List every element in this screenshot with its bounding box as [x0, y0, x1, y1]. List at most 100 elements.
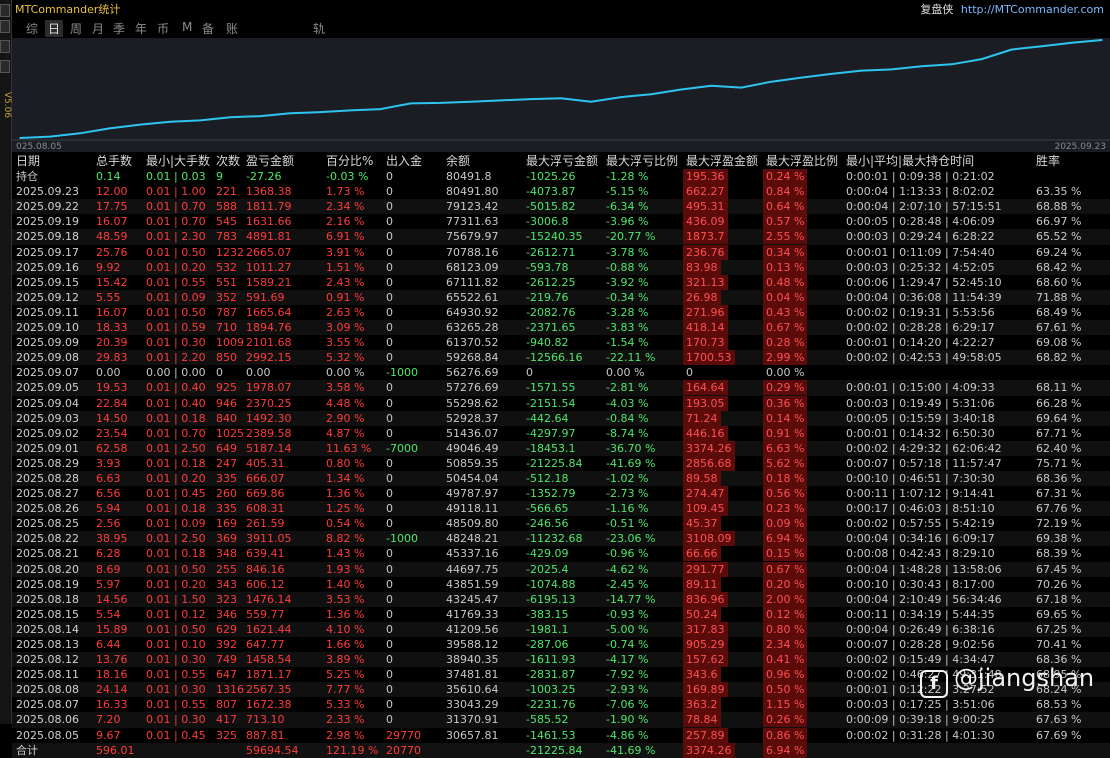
table-row[interactable]: 2025.09.03 14.50 0.01 | 0.18 840 1492.30 2.90…: [12, 410, 1110, 426]
cell-max_float_loss: -18453.1: [526, 441, 576, 455]
cell-max_float_profit_pct: 0.50 %: [763, 682, 808, 698]
cell-max_float_profit: 195.36: [683, 169, 728, 185]
cell-max_float_profit_pct: 0.04 %: [763, 289, 808, 305]
table-row[interactable]: 2025.08.25 2.56 0.01 | 0.09 169 261.59 0.54 %…: [12, 516, 1110, 532]
table-row[interactable]: 2025.09.10 18.33 0.01 | 0.59 710 1894.76 3.09…: [12, 320, 1110, 336]
table-row[interactable]: 2025.09.19 16.07 0.01 | 0.70 545 1631.66 2.16…: [12, 214, 1110, 230]
table-row[interactable]: 2025.09.09 20.39 0.01 | 0.30 1009 2101.68 3.5…: [12, 335, 1110, 351]
table-row[interactable]: 2025.09.23 12.00 0.01 | 1.00 221 1368.38 1.73…: [12, 184, 1110, 200]
cell-flow: -7000: [386, 441, 418, 455]
table-row[interactable]: 2025.08.18 14.56 0.01 | 1.50 323 1476.14 3.53…: [12, 591, 1110, 607]
cell-balance: 43851.59: [446, 577, 499, 591]
tab-2[interactable]: 周: [70, 20, 82, 37]
toolbar-button-1[interactable]: [0, 4, 10, 17]
cell-balance: 63265.28: [446, 321, 499, 335]
cell-hold_time: 0:00:03 | 0:25:32 | 4:52:05: [846, 260, 995, 274]
tab-4[interactable]: 季: [113, 20, 125, 37]
cell-max_float_profit: 89.11: [683, 576, 721, 592]
table-row[interactable]: 2025.08.05 9.67 0.01 | 0.45 325 887.81 2.98 %…: [12, 727, 1110, 743]
cell-balance: 50454.04: [446, 471, 499, 485]
cell-date: 2025.09.03: [16, 411, 79, 425]
cell-pnl: 666.07: [246, 471, 285, 485]
table-row[interactable]: 2025.08.21 6.28 0.01 | 0.18 348 639.41 1.43 %…: [12, 546, 1110, 562]
cell-pnl: 2370.25: [246, 396, 292, 410]
cell-win_rate: 62.40 %: [1036, 441, 1082, 455]
cell-max_float_loss: -4073.87: [526, 185, 576, 199]
table-row[interactable]: 2025.09.11 16.07 0.01 | 0.50 787 1665.64 2.63…: [12, 304, 1110, 320]
table-row[interactable]: 2025.08.27 6.56 0.01 | 0.45 260 669.86 1.36 %…: [12, 486, 1110, 502]
equity-point: [1071, 41, 1073, 44]
toolbar-button-4[interactable]: [0, 60, 10, 73]
cell-max_float_profit_pct: 0.29 %: [763, 380, 808, 396]
cell-max_float_loss: -12566.16: [526, 351, 583, 365]
toolbar-button-2[interactable]: [0, 20, 10, 33]
table-row[interactable]: 2025.09.08 29.83 0.01 | 2.20 850 2992.15 5.32…: [12, 350, 1110, 366]
table-row[interactable]: 2025.09.04 22.84 0.01 | 0.40 946 2370.25 4.48…: [12, 395, 1110, 411]
table-row[interactable]: 2025.09.05 19.53 0.01 | 0.40 925 1978.07 3.58…: [12, 380, 1110, 396]
table-row[interactable]: 2025.08.29 3.93 0.01 | 0.18 247 405.31 0.80 %…: [12, 455, 1110, 471]
tab-7[interactable]: M: [182, 20, 192, 34]
cell-balance: 35610.64: [446, 683, 499, 697]
table-row[interactable]: 2025.08.28 6.63 0.01 | 0.20 335 666.07 1.34 %…: [12, 470, 1110, 487]
table-row[interactable]: 2025.08.19 5.97 0.01 | 0.20 343 606.12 1.40 %…: [12, 576, 1110, 592]
position-row[interactable]: 持仓 0.14 0.01 | 0.03 9 -27.26 -0.03 % 0 80491.8 -…: [12, 169, 1110, 185]
cell-max_float_loss_pct: -23.06 %: [606, 532, 656, 546]
tab-6[interactable]: 币: [157, 20, 169, 37]
cell-count: 369: [216, 532, 237, 546]
table-row[interactable]: 2025.09.02 23.54 0.01 | 0.70 1025 2389.58 4.8…: [12, 425, 1110, 441]
version-label: V5.06: [2, 91, 13, 119]
cell-flow: 0: [386, 351, 393, 365]
cell-pnl: 713.10: [246, 713, 285, 727]
table-row[interactable]: 2025.09.12 5.55 0.01 | 0.09 352 591.69 0.91 %…: [12, 289, 1110, 305]
cell-max_float_profit_pct: 0.48 %: [763, 274, 808, 290]
table-row[interactable]: 2025.08.06 7.20 0.01 | 0.30 417 713.10 2.33 %…: [12, 712, 1110, 728]
cell-win_rate: 66.97 %: [1036, 215, 1082, 229]
cell-count: 807: [216, 698, 237, 712]
tab-3[interactable]: 月: [92, 20, 104, 37]
cell-date: 2025.09.07: [16, 366, 79, 380]
table-row[interactable]: 2025.08.14 15.89 0.01 | 0.50 629 1621.44 4.10…: [12, 621, 1110, 637]
cell-count: 710: [216, 321, 237, 335]
tab-5[interactable]: 年: [135, 20, 147, 37]
table-row[interactable]: 2025.09.15 15.42 0.01 | 0.55 551 1589.21 2.43…: [12, 274, 1110, 290]
cell-pct: 3.53 %: [326, 592, 365, 606]
cell-max_float_profit: 317.83: [683, 621, 728, 637]
equity-point: [980, 58, 983, 60]
table-row[interactable]: 2025.09.18 48.59 0.01 | 2.30 783 4891.81 6.91…: [12, 229, 1110, 245]
total-pct: 121.19 %: [326, 743, 379, 757]
cell-max_float_profit_pct: 2.55 %: [763, 229, 808, 245]
cell-pnl: 1476.14: [246, 592, 292, 606]
cell-pnl: 639.41: [246, 547, 285, 561]
table-row[interactable]: 2025.08.15 5.54 0.01 | 0.12 346 559.77 1.36 %…: [12, 606, 1110, 622]
cell-max_float_loss_pct: -41.69 %: [606, 456, 656, 470]
cell-max_float_loss_pct: -0.88 %: [606, 260, 649, 274]
cell-balance: 68123.09: [446, 260, 499, 274]
table-row[interactable]: 2025.09.16 9.92 0.01 | 0.20 532 1011.27 1.51 …: [12, 259, 1110, 275]
cell-minmax: 0.01 | 2.20: [146, 351, 206, 365]
table-header: 日期 总手数 最小|大手数 次数 盈亏金额 百分比% 出入金 余额 最大浮亏金额 最大浮亏比例 最大…: [12, 154, 1110, 169]
cell-count: 588: [216, 200, 237, 214]
table-row[interactable]: 2025.09.17 25.76 0.01 | 0.50 1232 2665.07 3.9…: [12, 244, 1110, 260]
table-row[interactable]: 2025.09.01 62.58 0.01 | 2.50 649 5187.14 11.6…: [12, 440, 1110, 456]
table-row[interactable]: 2025.08.22 38.95 0.01 | 2.50 369 3911.05 8.82…: [12, 531, 1110, 547]
cell-pct: 3.09 %: [326, 321, 365, 335]
table-row[interactable]: 2025.08.07 16.33 0.01 | 0.55 807 1672.38 5.33…: [12, 697, 1110, 713]
tab-0[interactable]: 综: [26, 20, 38, 37]
cell-flow: 0: [386, 471, 393, 485]
table-row[interactable]: 2025.09.07 0.00 0.00 | 0.00 0 0.00 0.00 % -100…: [12, 365, 1110, 380]
cell-flow: 0: [386, 638, 393, 651]
tab-8[interactable]: 备: [202, 20, 214, 37]
table-row[interactable]: 2025.08.20 8.69 0.01 | 0.50 255 846.16 1.93 %…: [12, 561, 1110, 577]
table-row[interactable]: 2025.09.22 17.75 0.01 | 0.70 588 1811.79 2.34…: [12, 199, 1110, 215]
table-row[interactable]: 2025.08.13 6.44 0.01 | 0.10 392 647.77 1.66 %…: [12, 637, 1110, 652]
cell-max_float_profit: 71.24: [683, 410, 721, 426]
cell-max_float_profit: 446.16: [683, 425, 728, 441]
toolbar-button-3[interactable]: [0, 40, 10, 53]
cell-max_float_loss: -11232.68: [526, 532, 583, 546]
tab-1[interactable]: 日: [45, 20, 64, 37]
cell-max_float_loss_pct: -0.34 %: [606, 290, 649, 304]
site-link[interactable]: http://MTCommander.com: [961, 3, 1104, 16]
table-row[interactable]: 2025.08.26 5.94 0.01 | 0.18 335 608.31 1.25 %…: [12, 501, 1110, 517]
cell-max_float_profit_pct: 0.56 %: [763, 486, 808, 502]
cell-count: 1025: [216, 426, 244, 440]
